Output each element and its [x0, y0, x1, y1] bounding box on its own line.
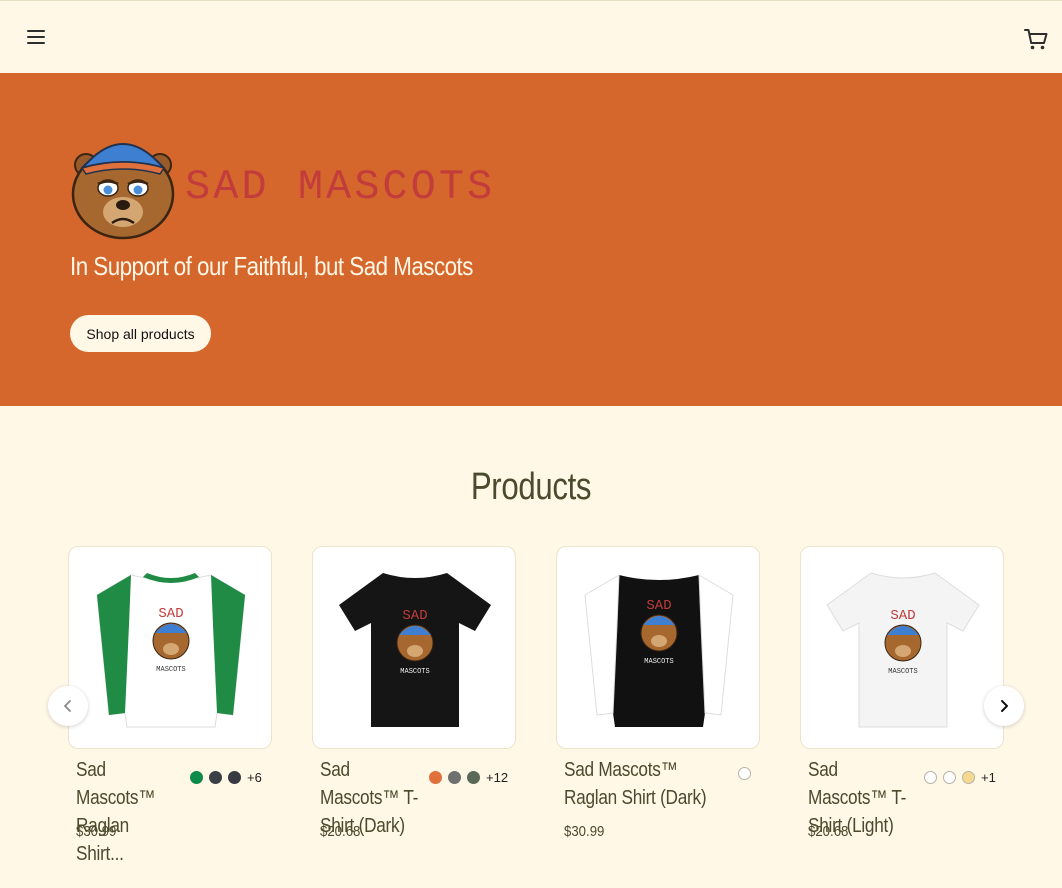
svg-text:MASCOTS: MASCOTS: [400, 668, 429, 676]
svg-text:MASCOTS: MASCOTS: [888, 668, 917, 676]
color-swatch[interactable]: [962, 770, 975, 784]
cart-icon: [1024, 29, 1048, 50]
color-swatch[interactable]: [190, 770, 203, 784]
cart-button[interactable]: [1022, 25, 1050, 53]
hero-banner: SAD MASCOTS In Support of our Faithful, …: [0, 73, 1062, 406]
product-name[interactable]: Sad Mascots™ Raglan Shirt...: [76, 756, 177, 868]
top-navigation-bar: [0, 0, 1062, 73]
color-swatch[interactable]: [209, 770, 222, 784]
product-card[interactable]: SAD MASCOTS Sad Mascots™ T-Shirt (Light)…: [800, 546, 1004, 840]
color-swatches: +12: [429, 769, 509, 785]
color-swatch[interactable]: [924, 770, 937, 784]
product-image[interactable]: SAD MASCOTS: [68, 546, 272, 749]
hamburger-icon-line: [27, 42, 45, 44]
svg-text:SAD: SAD: [158, 606, 183, 622]
product-image[interactable]: SAD MASCOTS: [312, 546, 516, 749]
product-price: $30.99: [76, 823, 117, 840]
more-colors-count: +1: [981, 769, 996, 785]
product-image[interactable]: SAD MASCOTS: [800, 546, 1004, 749]
more-colors-count: +12: [486, 769, 509, 785]
color-swatch[interactable]: [228, 770, 241, 784]
product-price: $20.68: [320, 823, 361, 840]
menu-button[interactable]: [22, 25, 50, 51]
product-card[interactable]: SAD MASCOTS Sad Mascots™ Raglan Shirt...…: [68, 546, 272, 865]
hero-tagline: In Support of our Faithful, but Sad Masc…: [70, 251, 473, 281]
color-swatch[interactable]: [467, 770, 480, 784]
product-price: $30.99: [564, 823, 605, 840]
hamburger-icon-line: [27, 36, 45, 38]
product-image[interactable]: SAD MASCOTS: [556, 546, 760, 749]
color-swatches: +1: [924, 769, 996, 785]
svg-text:MASCOTS: MASCOTS: [156, 666, 185, 674]
product-price: $20.68: [808, 823, 849, 840]
logo-wordmark: SAD MASCOTS: [185, 163, 495, 211]
hamburger-icon-line: [27, 30, 45, 32]
color-swatch[interactable]: [943, 770, 956, 784]
svg-text:SAD: SAD: [646, 598, 671, 614]
color-swatch[interactable]: [738, 766, 751, 780]
products-section-title: Products: [470, 466, 592, 508]
chevron-right-icon: [1001, 700, 1008, 712]
product-name[interactable]: Sad Mascots™ Raglan Shirt (Dark): [564, 756, 727, 812]
chevron-left-icon: [64, 700, 71, 712]
more-colors-count: +6: [247, 769, 262, 785]
svg-text:MASCOTS: MASCOTS: [644, 658, 673, 666]
svg-text:SAD: SAD: [402, 608, 427, 624]
color-swatch[interactable]: [429, 770, 442, 784]
svg-text:SAD: SAD: [890, 608, 915, 624]
sad-mascots-logo: SAD MASCOTS: [71, 143, 495, 240]
product-card[interactable]: SAD MASCOTS Sad Mascots™ T-Shirt (Dark) …: [312, 546, 516, 840]
color-swatch[interactable]: [448, 770, 461, 784]
carousel-next-button[interactable]: [984, 686, 1024, 726]
color-swatches: [738, 766, 757, 780]
color-swatches: +6: [190, 769, 262, 785]
shop-all-products-button[interactable]: Shop all products: [70, 315, 211, 352]
product-card[interactable]: SAD MASCOTS Sad Mascots™ Raglan Shirt (D…: [556, 546, 760, 840]
bear-mascot-icon: [71, 143, 175, 240]
carousel-prev-button[interactable]: [48, 686, 88, 726]
